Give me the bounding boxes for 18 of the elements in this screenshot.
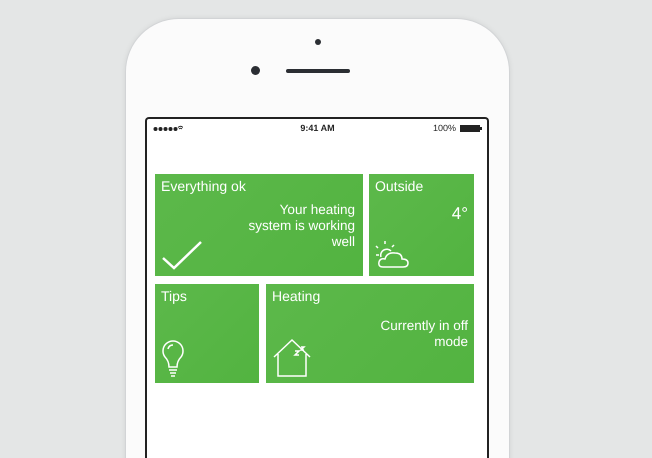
dashboard-tile[interactable]: Tips	[155, 284, 259, 383]
tile-title: Outside	[375, 178, 424, 194]
temperature-value: 4°	[452, 204, 468, 224]
tile-title: Everything ok	[161, 178, 246, 194]
dashboard-tile[interactable]: Heating Currently in off mode	[266, 284, 474, 383]
tile-title: Tips	[161, 288, 187, 304]
battery-percent: 100%	[432, 123, 456, 133]
tile-title: Heating	[272, 288, 320, 304]
light-bulb-icon	[161, 339, 185, 377]
tile-message: Currently in off mode	[379, 318, 468, 350]
battery-icon	[460, 124, 482, 132]
dashboard-tile[interactable]: Outside 4°	[369, 174, 474, 276]
check-icon	[161, 240, 203, 270]
tile-message: Your heating system is working well	[247, 202, 355, 250]
signal-icon	[153, 124, 183, 132]
camera-icon	[250, 66, 260, 75]
clock-time: 9:41 AM	[300, 123, 335, 133]
dashboard-tile[interactable]: Everything ok Your heating system is working well	[155, 174, 363, 276]
